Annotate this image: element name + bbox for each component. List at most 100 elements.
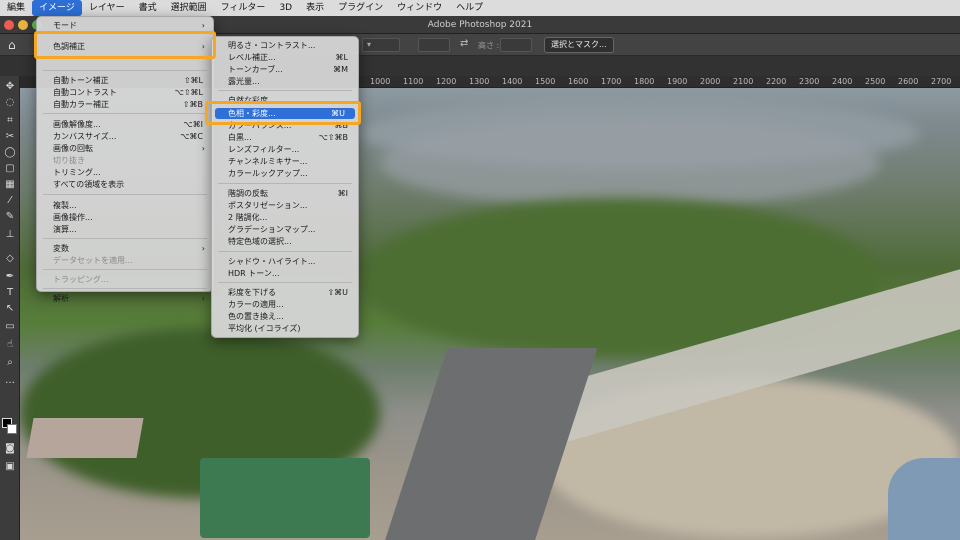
menu-layer[interactable]: レイヤー bbox=[82, 0, 132, 16]
menu-item-channel-mixer[interactable]: チャンネルミキサー... bbox=[212, 156, 358, 167]
menu-item-apply-dataset: データセットを適用... bbox=[53, 256, 133, 265]
menu-item-calculations[interactable]: 演算... bbox=[37, 224, 213, 235]
menu-3d[interactable]: 3D bbox=[272, 0, 299, 16]
lasso-tool-icon[interactable]: ◯ bbox=[3, 146, 17, 160]
frame-tool-icon[interactable]: ▢ bbox=[3, 162, 17, 176]
menu-item-duplicate[interactable]: 複製... bbox=[37, 200, 213, 211]
menu-item-auto-contrast[interactable]: 自動コントラスト ⌥⇧⌘L bbox=[37, 87, 213, 98]
style-dropdown[interactable]: ▾ bbox=[362, 38, 400, 52]
menu-item-analysis[interactable]: 解析 › bbox=[37, 293, 213, 304]
ruler-tick-label: 1900 bbox=[667, 77, 688, 86]
more-tools-icon[interactable]: … bbox=[3, 374, 17, 388]
menu-view[interactable]: 表示 bbox=[299, 0, 331, 16]
menu-item-gradient-map[interactable]: グラデーションマップ... bbox=[212, 224, 358, 235]
ruler-tick-label: 1500 bbox=[535, 77, 556, 86]
ruler-tick-label: 2600 bbox=[898, 77, 919, 86]
menu-item-black-white[interactable]: 白黒... ⌥⇧⌘B bbox=[212, 132, 358, 143]
home-icon[interactable]: ⌂ bbox=[8, 38, 16, 52]
height-field[interactable] bbox=[500, 38, 532, 52]
close-window-button[interactable] bbox=[4, 20, 14, 30]
menu-item-trim[interactable]: トリミング... bbox=[37, 167, 213, 178]
ruler-tick-label: 1300 bbox=[469, 77, 490, 86]
menu-item-crop: 切り抜き bbox=[53, 156, 85, 165]
menu-item-desaturate[interactable]: 彩度を下げる ⇧⌘U bbox=[212, 287, 358, 298]
menu-item-curves[interactable]: トーンカーブ... ⌘M bbox=[212, 64, 358, 75]
marquee-tool-icon[interactable]: ◌ bbox=[3, 96, 17, 110]
menu-item-match-color[interactable]: カラーの適用... bbox=[212, 299, 358, 310]
menu-item-image-rotation[interactable]: 画像の回転 › bbox=[37, 143, 213, 154]
rectangle-tool-icon[interactable]: ▭ bbox=[3, 320, 17, 334]
menu-item-invert[interactable]: 階調の反転 ⌘I bbox=[212, 188, 358, 199]
menu-item-shadows-highlights[interactable]: シャドウ・ハイライト... bbox=[212, 256, 358, 267]
menu-item-replace-color[interactable]: 色の置き換え... bbox=[212, 311, 358, 322]
menu-item-auto-color[interactable]: 自動カラー補正 ⇧⌘B bbox=[37, 99, 213, 110]
ruler-tick-label: 2100 bbox=[733, 77, 754, 86]
slice-tool-icon[interactable]: ✂ bbox=[3, 130, 17, 144]
screen-mode-icon[interactable]: ▣ bbox=[3, 460, 17, 474]
quick-mask-icon[interactable]: ◙ bbox=[3, 442, 17, 456]
background-color-swatch[interactable] bbox=[7, 424, 17, 434]
menu-item-color-lookup[interactable]: カラールックアップ... bbox=[212, 168, 358, 179]
menu-item-apply-image[interactable]: 画像操作... bbox=[37, 212, 213, 223]
menu-item-levels[interactable]: レベル補正... ⌘L bbox=[212, 52, 358, 63]
menu-item-hdr-toning[interactable]: HDR トーン... bbox=[212, 268, 358, 279]
zoom-tool-icon[interactable]: ⌕ bbox=[3, 356, 17, 370]
menu-help[interactable]: ヘルプ bbox=[449, 0, 490, 16]
ruler-tick-label: 2400 bbox=[832, 77, 853, 86]
adjustments-submenu: 明るさ・コントラスト... レベル補正... ⌘L トーンカーブ... ⌘M 露光量… bbox=[211, 36, 359, 338]
swap-icon[interactable]: ⇄ bbox=[460, 38, 468, 49]
menu-item-canvas-size[interactable]: カンバスサイズ... ⌥⌘C bbox=[37, 131, 213, 142]
ruler-tick-label: 1700 bbox=[601, 77, 622, 86]
menu-item-variables[interactable]: 変数 › bbox=[37, 243, 213, 254]
hand-tool-icon[interactable]: ☝ bbox=[3, 338, 17, 352]
ruler-tick-label: 2300 bbox=[799, 77, 820, 86]
menu-item-trap: トラッピング... bbox=[53, 275, 109, 284]
ruler-tick-label: 2200 bbox=[766, 77, 787, 86]
menu-filter[interactable]: フィルター bbox=[214, 0, 273, 16]
ruler-tick-label: 2500 bbox=[865, 77, 886, 86]
horizontal-ruler: 1000 1100 1200 1300 1400 1500 1600 1700 … bbox=[360, 76, 960, 88]
menu-item-reveal-all[interactable]: すべての領域を表示 bbox=[37, 179, 213, 190]
pen-tool-icon[interactable]: ✒ bbox=[3, 270, 17, 284]
gradient-tool-icon[interactable]: ▦ bbox=[3, 178, 17, 192]
ruler-tick-label: 1000 bbox=[370, 77, 391, 86]
menu-image[interactable]: イメージ bbox=[32, 0, 82, 16]
hue-saturation-callout-highlight bbox=[205, 101, 361, 125]
select-and-mask-button[interactable]: 選択とマスク... bbox=[544, 37, 614, 53]
crop-tool-icon[interactable]: ⌗ bbox=[3, 114, 17, 128]
eyedropper-tool-icon[interactable]: ⁄ bbox=[3, 194, 17, 208]
coastal-road bbox=[382, 348, 598, 540]
move-tool-icon[interactable]: ✥ bbox=[3, 80, 17, 94]
menu-item-selective-color[interactable]: 特定色域の選択... bbox=[212, 236, 358, 247]
menu-item-posterize[interactable]: ポスタリゼーション... bbox=[212, 200, 358, 211]
stamp-tool-icon[interactable]: ⊥ bbox=[3, 228, 17, 242]
menu-item-photo-filter[interactable]: レンズフィルター... bbox=[212, 144, 358, 155]
menu-item-threshold[interactable]: 2 階調化... bbox=[212, 212, 358, 223]
ruler-tick-label: 2000 bbox=[700, 77, 721, 86]
eraser-tool-icon[interactable]: ◇ bbox=[3, 252, 17, 266]
menu-plugins[interactable]: プラグイン bbox=[331, 0, 390, 16]
menu-item-auto-tone[interactable]: 自動トーン補正 ⇧⌘L bbox=[37, 75, 213, 86]
type-tool-icon[interactable]: T bbox=[3, 286, 17, 300]
menu-type[interactable]: 書式 bbox=[132, 0, 164, 16]
menu-select[interactable]: 選択範囲 bbox=[164, 0, 214, 16]
menu-item-exposure[interactable]: 露光量... bbox=[212, 76, 358, 87]
adjustments-callout-highlight bbox=[34, 31, 216, 59]
menu-item-image-size[interactable]: 画像解像度... ⌥⌘I bbox=[37, 119, 213, 130]
menu-edit[interactable]: 編集 bbox=[0, 0, 32, 16]
houses-area bbox=[380, 118, 880, 208]
path-select-tool-icon[interactable]: ↖ bbox=[3, 302, 17, 316]
rooftop bbox=[26, 418, 144, 458]
menu-item-mode[interactable]: モード › bbox=[37, 20, 213, 31]
menu-item-brightness-contrast[interactable]: 明るさ・コントラスト... bbox=[212, 40, 358, 51]
ruler-tick-label: 2700 bbox=[931, 77, 952, 86]
width-field[interactable] bbox=[418, 38, 450, 52]
macos-menubar: 編集 イメージ レイヤー 書式 選択範囲 フィルター 3D 表示 プラグイン ウ… bbox=[0, 0, 960, 16]
ruler-tick-label: 1600 bbox=[568, 77, 589, 86]
minimize-window-button[interactable] bbox=[18, 20, 28, 30]
menu-item-equalize[interactable]: 平均化 (イコライズ) bbox=[212, 323, 358, 334]
sea-water bbox=[888, 458, 960, 540]
menu-window[interactable]: ウィンドウ bbox=[390, 0, 449, 16]
ruler-tick-label: 1100 bbox=[403, 77, 424, 86]
brush-tool-icon[interactable]: ✎ bbox=[3, 210, 17, 224]
